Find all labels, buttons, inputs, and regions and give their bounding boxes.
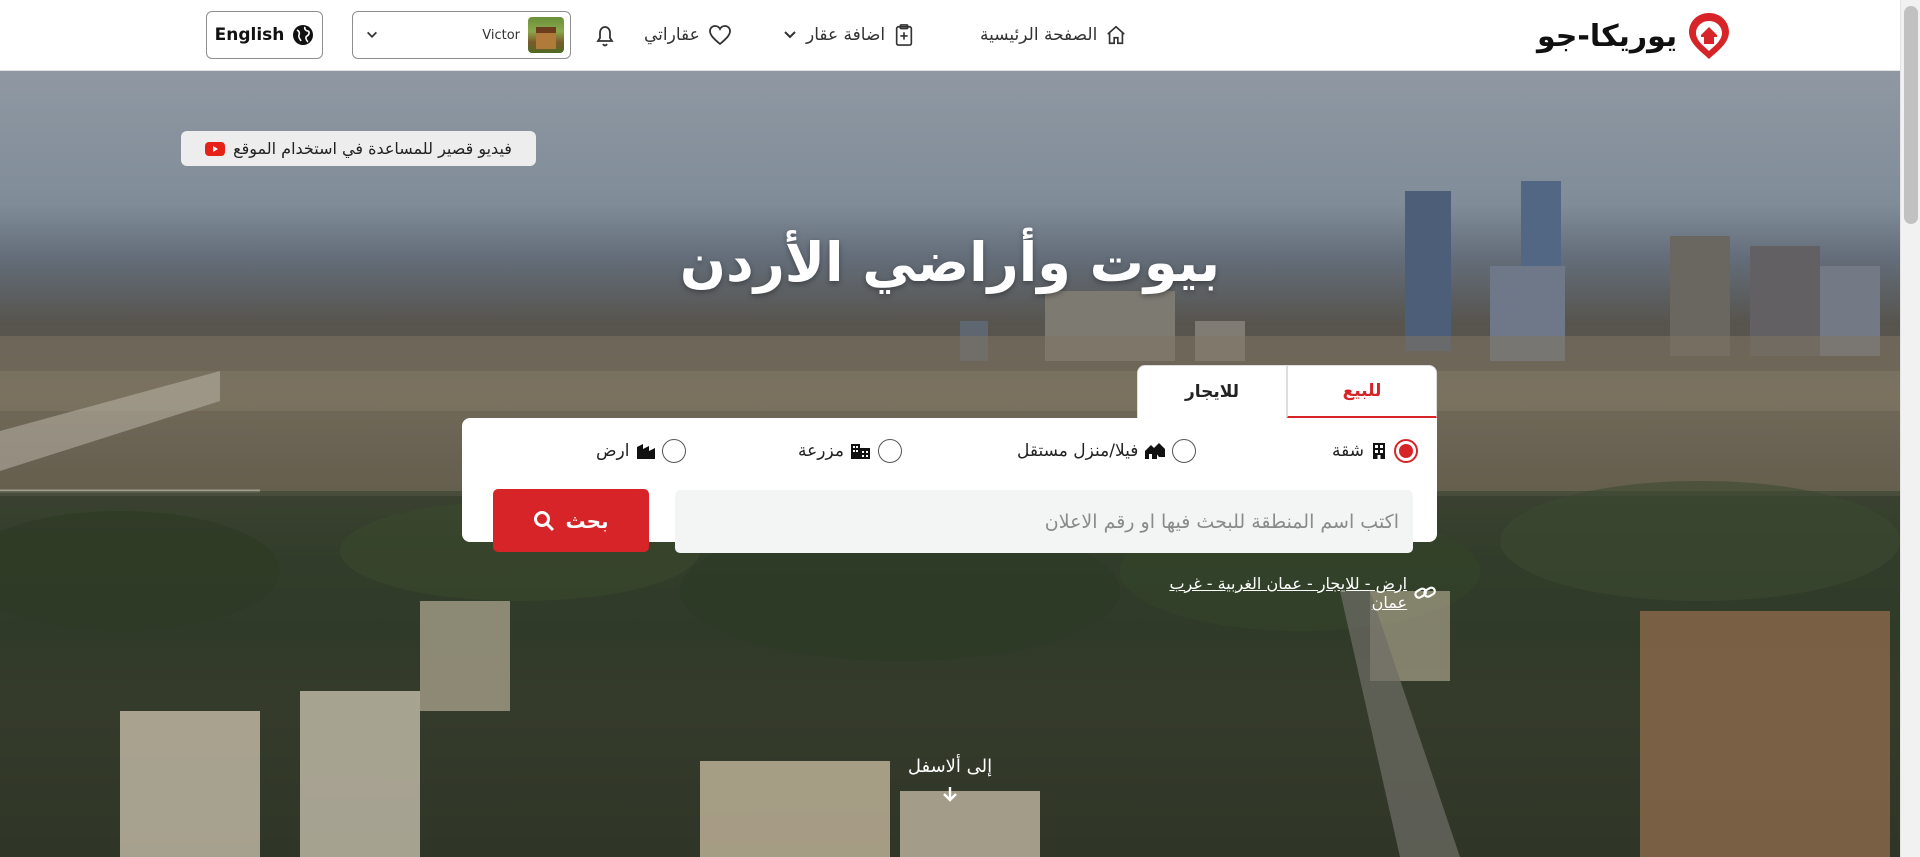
nav-add-property[interactable]: اضافة عقار bbox=[782, 20, 915, 50]
user-menu[interactable]: Victor bbox=[352, 11, 571, 59]
nav-home-label: الصفحة الرئيسية bbox=[980, 25, 1098, 45]
nav-my-properties-label: عقاراتي bbox=[644, 25, 700, 45]
land-label: ارض bbox=[596, 441, 630, 461]
type-option-villa[interactable]: فيلا/منزل مستقل bbox=[1017, 437, 1197, 465]
language-switch-button[interactable]: English bbox=[206, 11, 323, 59]
scrollbar-thumb[interactable] bbox=[1904, 6, 1918, 224]
arrow-down-icon bbox=[943, 787, 957, 802]
user-name: Victor bbox=[482, 27, 520, 43]
tab-sale[interactable]: للبيع bbox=[1287, 365, 1437, 418]
listing-type-tabs: للبيع للايجار bbox=[1137, 365, 1437, 418]
chevron-down-icon bbox=[367, 31, 377, 38]
recent-search-link[interactable]: ارض - للايجار - عمان الغربية - غرب عمان bbox=[1130, 574, 1437, 612]
heart-icon bbox=[708, 25, 731, 46]
search-icon bbox=[534, 510, 555, 531]
top-navbar: يوريكا-جو الصفحة الرئيسية اضافة عقار عقا… bbox=[0, 0, 1900, 71]
page-scrollbar[interactable] bbox=[1900, 0, 1920, 857]
villa-radio[interactable] bbox=[1172, 439, 1197, 463]
houses-icon bbox=[1145, 443, 1166, 459]
search-input[interactable] bbox=[675, 490, 1413, 553]
help-video-label: فيديو قصير للمساعدة في استخدام الموقع bbox=[233, 139, 512, 158]
villa-label: فيلا/منزل مستقل bbox=[1017, 441, 1139, 461]
nav-add-property-label: اضافة عقار bbox=[806, 25, 886, 45]
home-icon bbox=[1107, 25, 1126, 45]
search-button[interactable]: بحث bbox=[493, 489, 649, 552]
link-icon bbox=[1414, 586, 1437, 599]
hero-section: فيديو قصير للمساعدة في استخدام الموقع بي… bbox=[0, 71, 1900, 857]
land-icon bbox=[636, 444, 655, 459]
type-option-land[interactable]: ارض bbox=[596, 437, 686, 465]
property-type-options: شقة فيلا/منزل مستقل مزرعة ارض bbox=[462, 418, 1437, 482]
search-card: شقة فيلا/منزل مستقل مزرعة ارض بحث bbox=[462, 418, 1437, 553]
farm-radio[interactable] bbox=[877, 439, 902, 463]
avatar bbox=[528, 17, 564, 53]
apartment-label: شقة bbox=[1332, 441, 1364, 461]
scroll-down-button[interactable]: إلى ألاسفل bbox=[880, 756, 1020, 803]
notifications-button[interactable] bbox=[592, 20, 618, 50]
site-logo[interactable]: يوريكا-جو bbox=[1537, 11, 1731, 61]
building-icon bbox=[1372, 443, 1385, 459]
farm-label: مزرعة bbox=[798, 441, 844, 461]
nav-home-link[interactable]: الصفحة الرئيسية bbox=[980, 20, 1127, 50]
land-radio[interactable] bbox=[661, 439, 686, 463]
scroll-down-label: إلى ألاسفل bbox=[907, 756, 993, 777]
farm-building-icon bbox=[850, 444, 870, 459]
nav-my-properties[interactable]: عقاراتي bbox=[644, 20, 732, 50]
youtube-icon bbox=[205, 141, 226, 156]
clipboard-plus-icon bbox=[895, 24, 913, 46]
type-option-farm[interactable]: مزرعة bbox=[798, 437, 902, 465]
hero-title: بيوت وأراضي الأردن bbox=[679, 231, 1221, 294]
language-label: English bbox=[214, 25, 285, 45]
logo-mark-icon bbox=[1689, 13, 1730, 59]
logo-text: يوريكا-جو bbox=[1537, 18, 1678, 54]
type-option-apartment[interactable]: شقة bbox=[1332, 437, 1418, 465]
search-button-label: بحث bbox=[565, 508, 609, 533]
tab-rent[interactable]: للايجار bbox=[1137, 365, 1287, 418]
bell-icon bbox=[596, 26, 614, 47]
apartment-radio[interactable] bbox=[1393, 439, 1418, 463]
help-video-button[interactable]: فيديو قصير للمساعدة في استخدام الموقع bbox=[181, 131, 536, 166]
recent-search-label: ارض - للايجار - عمان الغربية - غرب عمان bbox=[1169, 574, 1408, 612]
globe-icon bbox=[293, 25, 314, 45]
chevron-down-icon bbox=[784, 31, 796, 39]
